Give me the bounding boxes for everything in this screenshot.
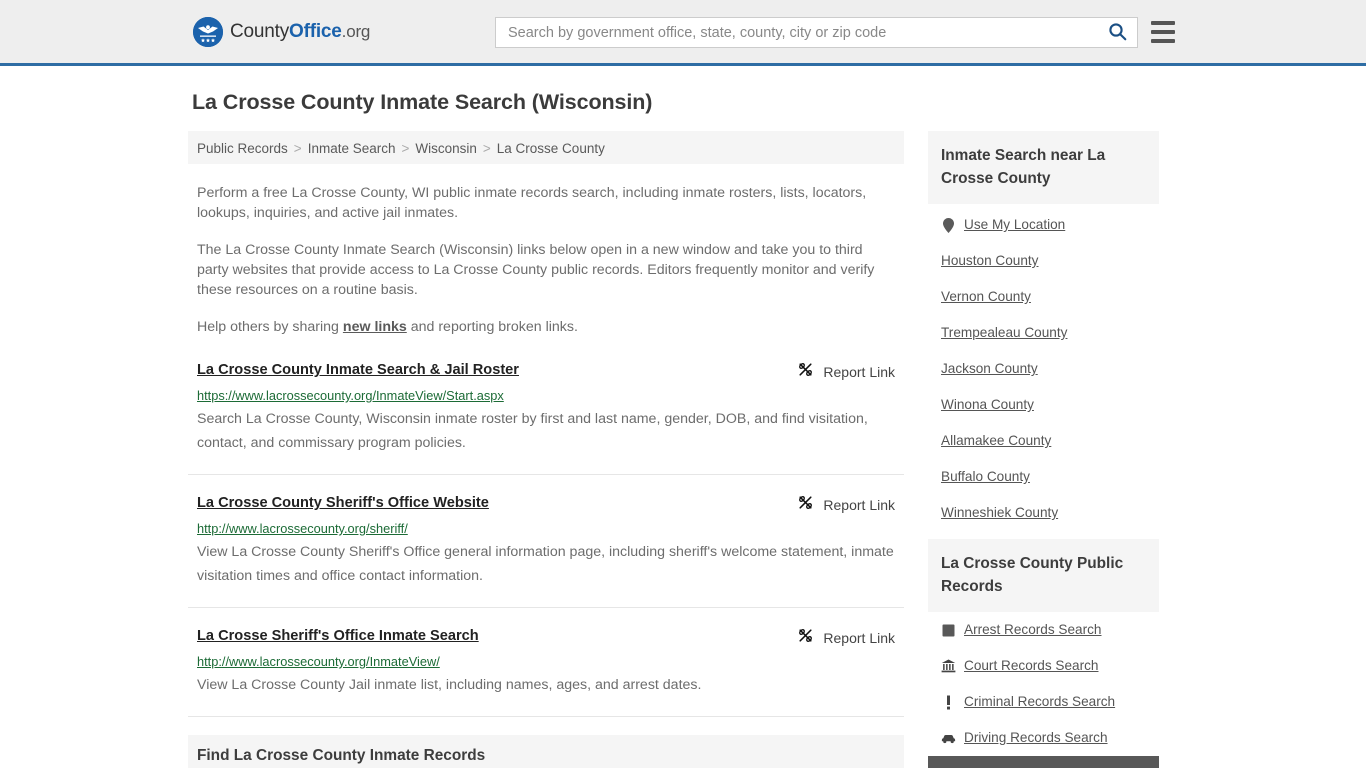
sidebar-item-label: Winona County: [941, 397, 1034, 412]
sidebar-public-records-heading: La Crosse County Public Records: [928, 539, 1159, 612]
brand-wordmark: CountyOffice.org: [230, 21, 370, 43]
sidebar-item-driving-records-search[interactable]: Driving Records Search: [928, 720, 1159, 756]
share-text-after: and reporting broken links.: [406, 319, 578, 335]
sidebar-item-winneshiek-county[interactable]: Winneshiek County: [928, 495, 1159, 531]
sidebar-item-label: Court Records Search: [964, 658, 1099, 673]
site-header: CountyOffice.org: [0, 0, 1366, 66]
sidebar-item-label: Jackson County: [941, 361, 1038, 376]
hamburger-bar: [1151, 39, 1175, 43]
hamburger-bar: [1151, 30, 1175, 34]
sidebar-item-houston-county[interactable]: Houston County: [928, 243, 1159, 279]
breadcrumb-separator: >: [401, 141, 410, 156]
result-url[interactable]: http://www.lacrossecounty.org/InmateView…: [197, 654, 904, 670]
sidebar-item-use-my-location[interactable]: Use My Location: [928, 204, 1159, 243]
result-title-link[interactable]: La Crosse Sheriff's Office Inmate Search: [197, 626, 479, 646]
search-icon: [1108, 22, 1127, 44]
sidebar-item-vernon-county[interactable]: Vernon County: [928, 279, 1159, 315]
broken-link-icon: [797, 494, 814, 516]
fingerprint-icon: [941, 624, 956, 637]
sidebar-item-criminal-records-search[interactable]: Criminal Records Search: [928, 684, 1159, 720]
sidebar-item-inmate-search[interactable]: Inmate Search: [928, 756, 1159, 768]
sidebar-nearby-list: Use My Location Houston County Vernon Co…: [928, 204, 1159, 531]
result-title-link[interactable]: La Crosse County Sheriff's Office Websit…: [197, 493, 489, 513]
brand-part-county: County: [230, 20, 290, 42]
eagle-seal-icon: [193, 16, 223, 47]
breadcrumb-item-la-crosse-county: La Crosse County: [496, 141, 605, 156]
page-title: La Crosse County Inmate Search (Wisconsi…: [192, 90, 653, 114]
intro-paragraph-2: The La Crosse County Inmate Search (Wisc…: [197, 242, 875, 298]
result-description: Search La Crosse County, Wisconsin inmat…: [197, 411, 868, 451]
report-link-label: Report Link: [823, 364, 895, 380]
sidebar: Inmate Search near La Crosse County Use …: [928, 131, 1159, 768]
hamburger-bar: [1151, 21, 1175, 25]
result-item: La Crosse County Sheriff's Office Websit…: [188, 493, 904, 608]
find-records-heading: Find La Crosse County Inmate Records: [188, 735, 904, 768]
breadcrumb-item-inmate-search[interactable]: Inmate Search: [308, 141, 396, 156]
search-bar: [495, 17, 1138, 48]
broken-link-icon: [797, 361, 814, 383]
breadcrumb-item-public-records[interactable]: Public Records: [197, 141, 288, 156]
brand-part-office: Office: [289, 20, 342, 42]
report-link-label: Report Link: [823, 630, 895, 646]
sidebar-item-buffalo-county[interactable]: Buffalo County: [928, 459, 1159, 495]
car-icon: [941, 733, 956, 744]
courthouse-icon: [941, 659, 956, 673]
result-description: View La Crosse County Jail inmate list, …: [197, 677, 702, 693]
report-link-button[interactable]: Report Link: [797, 361, 895, 383]
breadcrumb-item-wisconsin[interactable]: Wisconsin: [415, 141, 477, 156]
sidebar-public-records-box: La Crosse County Public Records Arrest R…: [928, 539, 1159, 768]
sidebar-item-label: Trempealeau County: [941, 325, 1068, 340]
page-body: La Crosse County Inmate Search (Wisconsi…: [0, 90, 1366, 768]
intro-paragraph-1: Perform a free La Crosse County, WI publ…: [197, 185, 867, 221]
result-list: La Crosse County Inmate Search & Jail Ro…: [188, 360, 904, 717]
sidebar-public-records-list: Arrest Records Search Court Records Sear…: [928, 612, 1159, 768]
sidebar-nearby-box: Inmate Search near La Crosse County Use …: [928, 131, 1159, 531]
sidebar-item-trempealeau-county[interactable]: Trempealeau County: [928, 315, 1159, 351]
result-item: La Crosse Sheriff's Office Inmate Search: [188, 626, 904, 717]
report-link-button[interactable]: Report Link: [797, 494, 895, 516]
site-logo[interactable]: CountyOffice.org: [193, 16, 370, 47]
sidebar-item-allamakee-county[interactable]: Allamakee County: [928, 423, 1159, 459]
result-title-link[interactable]: La Crosse County Inmate Search & Jail Ro…: [197, 360, 519, 380]
search-input[interactable]: [496, 18, 1097, 47]
new-links-link[interactable]: new links: [343, 319, 407, 335]
breadcrumb-separator: >: [482, 141, 491, 156]
result-item: La Crosse County Inmate Search & Jail Ro…: [188, 360, 904, 475]
result-url[interactable]: http://www.lacrossecounty.org/sheriff/: [197, 521, 904, 537]
sidebar-item-label: Buffalo County: [941, 469, 1030, 484]
sidebar-item-label: Criminal Records Search: [964, 694, 1116, 709]
report-link-label: Report Link: [823, 497, 895, 513]
breadcrumb-separator: >: [293, 141, 302, 156]
sidebar-nearby-heading: Inmate Search near La Crosse County: [928, 131, 1159, 204]
share-text-before: Help others by sharing: [197, 319, 343, 335]
sidebar-item-label: Allamakee County: [941, 433, 1052, 448]
sidebar-item-court-records-search[interactable]: Court Records Search: [928, 648, 1159, 684]
main-content: Public Records > Inmate Search > Wiscons…: [188, 131, 904, 768]
sidebar-item-jackson-county[interactable]: Jackson County: [928, 351, 1159, 387]
breadcrumb: Public Records > Inmate Search > Wiscons…: [188, 131, 904, 164]
brand-part-tld: .org: [341, 21, 371, 41]
sidebar-item-label: Vernon County: [941, 289, 1031, 304]
map-pin-icon: [941, 217, 956, 233]
search-button[interactable]: [1097, 18, 1137, 47]
sidebar-item-arrest-records-search[interactable]: Arrest Records Search: [928, 612, 1159, 648]
broken-link-icon: [797, 627, 814, 649]
result-description: View La Crosse County Sheriff's Office g…: [197, 544, 894, 584]
hamburger-menu-icon[interactable]: [1151, 21, 1175, 43]
intro-paragraph-3: Help others by sharing new links and rep…: [197, 317, 897, 337]
exclamation-icon: [941, 695, 956, 710]
report-link-button[interactable]: Report Link: [797, 627, 895, 649]
result-url[interactable]: https://www.lacrossecounty.org/InmateVie…: [197, 388, 904, 404]
sidebar-item-label: Arrest Records Search: [964, 622, 1102, 637]
sidebar-item-label: Houston County: [941, 253, 1039, 268]
sidebar-item-label: Use My Location: [964, 217, 1066, 232]
intro-text: Perform a free La Crosse County, WI publ…: [188, 183, 904, 337]
sidebar-item-label: Driving Records Search: [964, 730, 1108, 745]
sidebar-item-label: Winneshiek County: [941, 505, 1059, 520]
sidebar-item-winona-county[interactable]: Winona County: [928, 387, 1159, 423]
